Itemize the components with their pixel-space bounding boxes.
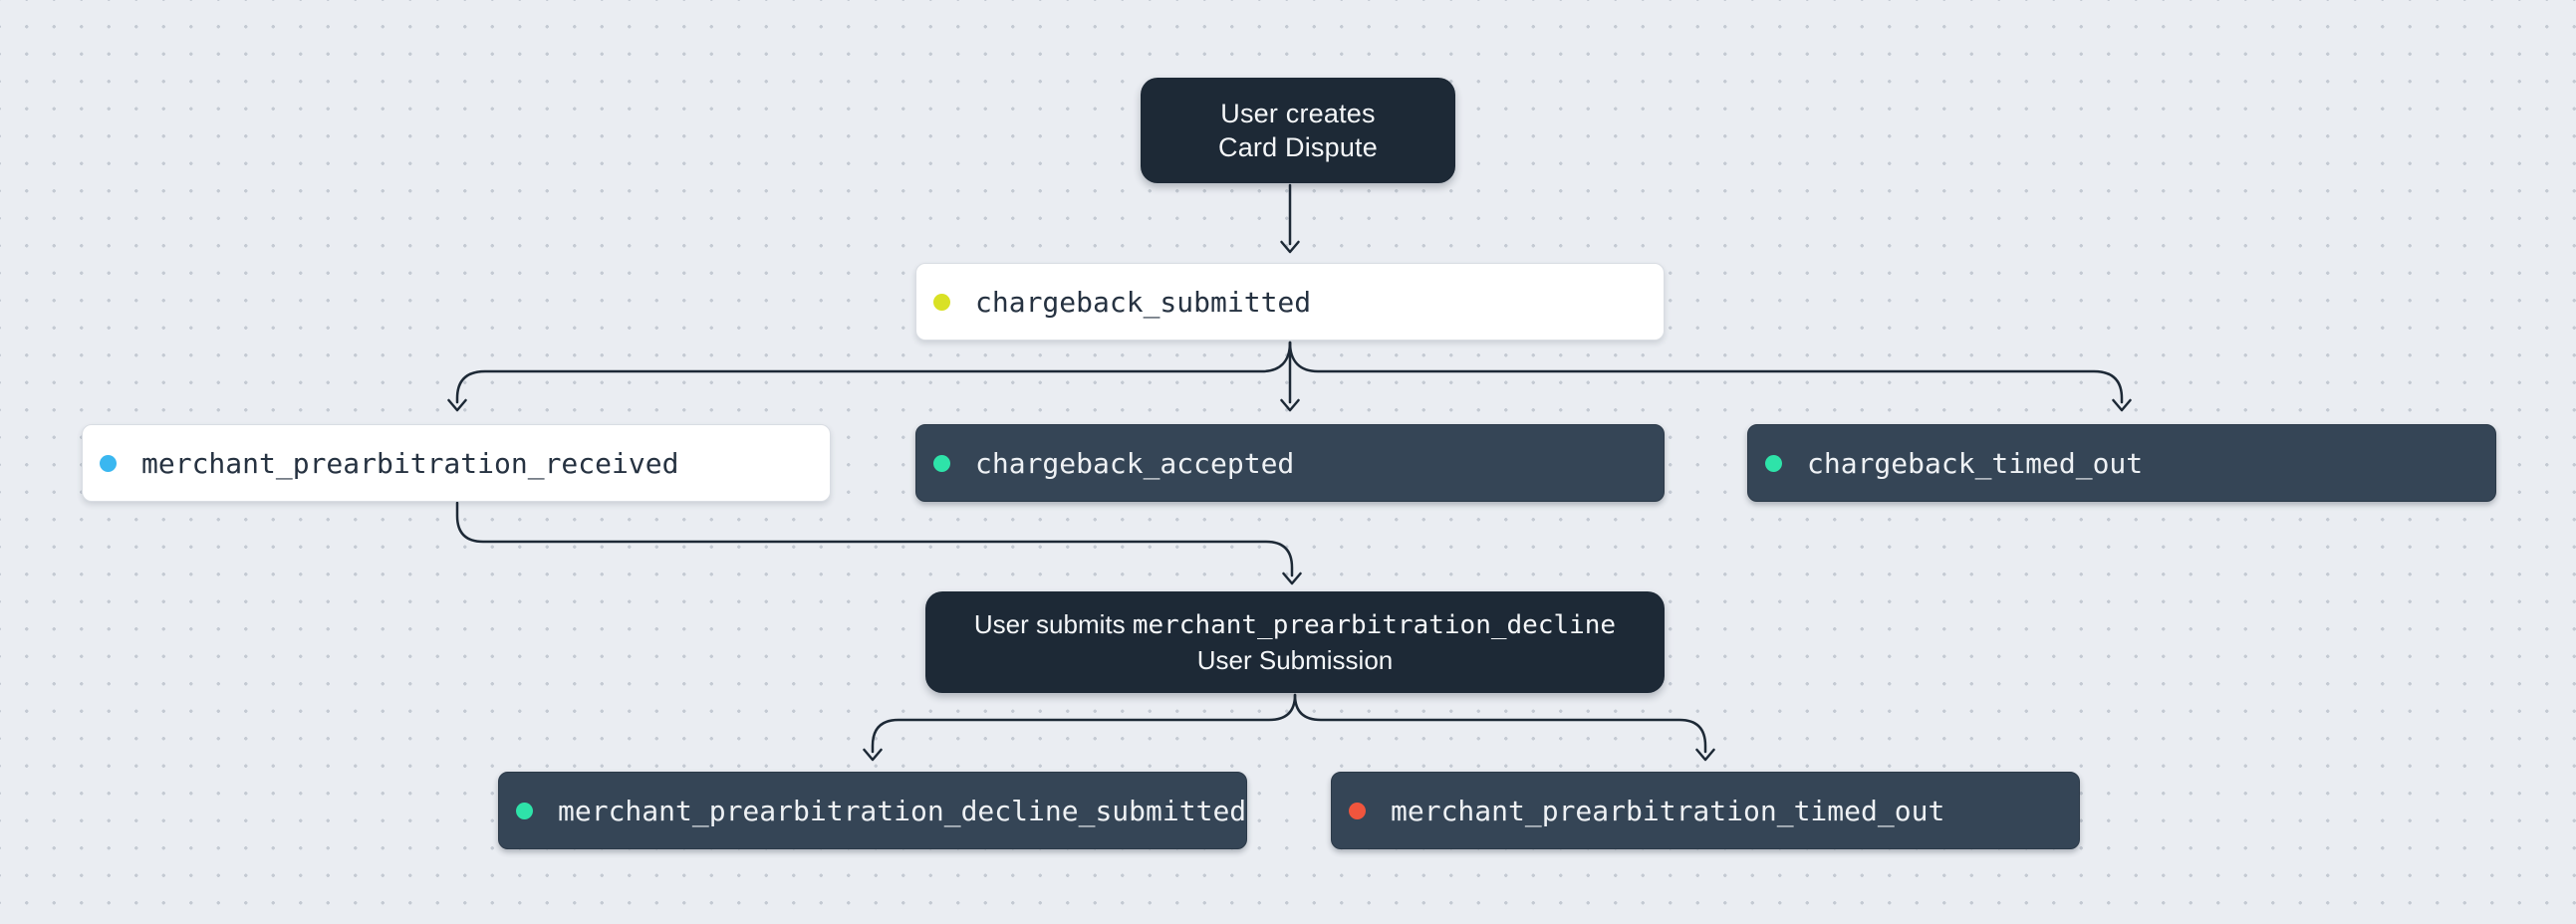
status-dot-red	[1349, 803, 1366, 819]
node-label-code: merchant_prearbitration_decline	[1133, 610, 1616, 640]
status-dot-green	[516, 803, 533, 819]
node-label: chargeback_timed_out	[1807, 447, 2143, 480]
status-dot-green	[933, 455, 950, 472]
node-user-submits-prearbitration-decline: User submits merchant_prearbitration_dec…	[925, 591, 1665, 693]
node-label: merchant_prearbitration_received	[141, 447, 678, 480]
node-chargeback-submitted: chargeback_submitted	[915, 263, 1665, 341]
node-chargeback-timed-out: chargeback_timed_out	[1747, 424, 2496, 502]
edge-decline-to-prearbitration-timed-out	[1295, 695, 1714, 760]
edge-decline-to-decline-submitted	[865, 695, 1296, 760]
node-label-line2: User Submission	[1197, 643, 1394, 678]
edge-create-to-chargeback-submitted	[1282, 185, 1299, 252]
node-label: Card Dispute	[1218, 130, 1378, 164]
node-user-creates-card-dispute: User creates Card Dispute	[1141, 78, 1455, 183]
node-merchant-prearbitration-timed-out: merchant_prearbitration_timed_out	[1331, 772, 2080, 849]
status-dot-blue	[100, 455, 117, 472]
node-label: User creates	[1220, 97, 1375, 130]
edge-submitted-to-chargeback-accepted	[1282, 343, 1299, 410]
node-merchant-prearbitration-received: merchant_prearbitration_received	[82, 424, 831, 502]
node-label: chargeback_submitted	[975, 286, 1311, 319]
edge-submitted-to-chargeback-timed-out	[1290, 343, 2131, 410]
node-label: chargeback_accepted	[975, 447, 1294, 480]
flow-diagram-canvas: User creates Card Dispute chargeback_sub…	[0, 0, 2576, 924]
node-label: merchant_prearbitration_decline_submitte…	[558, 795, 1246, 827]
status-dot-yellow	[933, 294, 950, 311]
node-label: merchant_prearbitration_timed_out	[1391, 795, 1944, 827]
edge-received-to-submit-decline	[457, 503, 1301, 583]
node-chargeback-accepted: chargeback_accepted	[915, 424, 1665, 502]
node-label-prefix: User submits	[974, 609, 1133, 639]
status-dot-green	[1765, 455, 1782, 472]
node-merchant-prearbitration-decline-submitted: merchant_prearbitration_decline_submitte…	[498, 772, 1247, 849]
node-label-line1: User submits merchant_prearbitration_dec…	[974, 607, 1616, 643]
edge-submitted-to-prearbitration-received	[449, 343, 1291, 410]
